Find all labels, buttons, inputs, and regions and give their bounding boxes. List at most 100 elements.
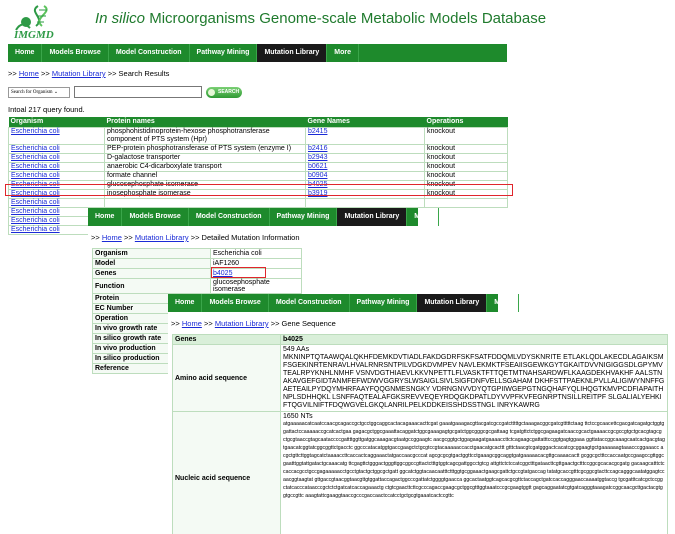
breadcrumb-sep: >> xyxy=(8,69,17,78)
gene-sequence-panel: Home Models Browse Model Construction Pa… xyxy=(168,294,668,534)
table-row: Escherichia coli D-galactose transporter b… xyxy=(8,152,508,163)
sequence-genes-row: Genes b4025 xyxy=(172,334,668,345)
field-value: glucosephosphate isomerase xyxy=(210,278,302,294)
organism-link[interactable]: Escherichia coli xyxy=(11,145,60,152)
protein-cell: anaerobic C4-dicarboxylate transport xyxy=(104,161,306,172)
nav-model-construction[interactable]: Model Construction xyxy=(269,294,350,312)
amino-acid-length: 549 AAs xyxy=(283,346,310,353)
breadcrumb-sep: >> xyxy=(91,233,100,242)
nucleic-acid-length: 1650 NTs xyxy=(283,413,313,420)
breadcrumb-mutation-library-link[interactable]: Mutation Library xyxy=(215,319,269,328)
operation-cell: knockout xyxy=(424,152,508,163)
detail-row-function: Function glucosephosphate isomerase xyxy=(92,278,302,294)
protein-cell: D-galactose transporter xyxy=(104,152,306,163)
organism-link[interactable]: Escherichia coli xyxy=(11,128,60,135)
breadcrumb: >> Home >> Mutation Library >> Search Re… xyxy=(8,69,169,78)
nav-pathway-mining[interactable]: Pathway Mining xyxy=(270,208,338,226)
search-input[interactable] xyxy=(74,86,202,98)
search-button-label: SEARCH xyxy=(218,89,240,95)
gene-link[interactable]: b0621 xyxy=(308,163,327,170)
nav-mutation-library[interactable]: Mutation Library xyxy=(417,294,488,312)
field-label: Genes xyxy=(92,268,211,279)
breadcrumb-home-link[interactable]: Home xyxy=(182,319,202,328)
sequence-nav: Home Models Browse Model Construction Pa… xyxy=(168,294,520,312)
nav-model-construction[interactable]: Model Construction xyxy=(109,44,190,62)
operation-cell: knockout xyxy=(424,170,508,181)
nav-mutation-library[interactable]: Mutation Library xyxy=(257,44,328,62)
nav-home[interactable]: Home xyxy=(8,44,43,62)
gene-link[interactable]: b2415 xyxy=(308,128,327,135)
gene-link[interactable]: b2416 xyxy=(308,145,327,152)
detail-nav: Home Models Browse Model Construction Pa… xyxy=(88,208,440,226)
highlight-selected-row xyxy=(5,184,513,196)
organism-link[interactable]: Escherichia coli xyxy=(11,217,60,224)
nav-more[interactable]: More xyxy=(327,44,360,62)
breadcrumb-mutation-library-link[interactable]: Mutation Library xyxy=(52,69,106,78)
field-label: Model xyxy=(92,258,211,269)
col-gene-names: Gene Names xyxy=(305,117,425,127)
breadcrumb-sep: >> xyxy=(40,69,50,78)
search-go-icon xyxy=(208,89,215,96)
organism-link[interactable]: Escherichia coli xyxy=(11,226,60,233)
nav-models-browse[interactable]: Models Browse xyxy=(122,208,189,226)
detail-row-genes: Genes b4025 xyxy=(92,268,302,279)
nav-models-browse[interactable]: Models Browse xyxy=(42,44,109,62)
genes-label: Genes xyxy=(172,334,281,345)
search-type-select[interactable]: Search for Organism ⌄ xyxy=(8,87,70,98)
organism-link[interactable]: Escherichia coli xyxy=(11,199,60,206)
field-value: Escherichia coli xyxy=(210,248,302,259)
detail-row-organism: Organism Escherichia coli xyxy=(92,248,302,259)
gene-link[interactable]: b0904 xyxy=(308,172,327,179)
site-title-italic: In silico xyxy=(95,10,146,27)
table-row: Escherichia coli xyxy=(8,197,508,208)
nucleic-acid-label: Nucleic acid sequence xyxy=(172,411,281,534)
table-row: Escherichia coli PEP-protein phosphotrans… xyxy=(8,143,508,154)
protein-cell: phosphohistidinoprotein-hexose phosphotr… xyxy=(104,126,306,145)
nav-more[interactable]: More xyxy=(487,294,520,312)
nav-pathway-mining[interactable]: Pathway Mining xyxy=(190,44,258,62)
breadcrumb: >> Home >> Mutation Library >> Gene Sequ… xyxy=(171,319,336,328)
main-nav: Home Models Browse Model Construction Pa… xyxy=(8,44,507,62)
amino-acid-label: Amino acid sequence xyxy=(172,344,281,412)
search-type-value: Search for Organism xyxy=(11,90,53,95)
table-row: Escherichia coli anaerobic C4-dicarboxyla… xyxy=(8,161,508,172)
search-button[interactable]: SEARCH xyxy=(206,87,242,98)
gene-link[interactable]: b2943 xyxy=(308,154,327,161)
nav-home[interactable]: Home xyxy=(88,208,123,226)
field-label: Function xyxy=(92,278,211,294)
operation-cell: knockout xyxy=(424,143,508,154)
amino-acid-sequence: MKNINPTQTAAWQALQKHFDEMKDVTIADLFAKDGDRFSK… xyxy=(283,354,665,409)
operation-cell: knockout xyxy=(424,161,508,172)
breadcrumb-current: >> Search Results xyxy=(107,69,170,78)
breadcrumb: >> Home >> Mutation Library >> Detailed … xyxy=(91,233,300,242)
breadcrumb-home-link[interactable]: Home xyxy=(102,233,122,242)
col-operations: Operations xyxy=(424,117,508,127)
nucleic-acid-sequence: atgaaaaacatcaatccaacgcagaccgctgcctggcagg… xyxy=(283,421,665,499)
nav-more[interactable]: More xyxy=(407,208,440,226)
col-organism[interactable]: Organism xyxy=(8,117,105,127)
nav-mutation-library[interactable]: Mutation Library xyxy=(337,208,408,226)
nav-pathway-mining[interactable]: Pathway Mining xyxy=(350,294,418,312)
organism-link[interactable]: Escherichia coli xyxy=(11,208,60,215)
breadcrumb-sep: >> xyxy=(171,319,180,328)
nav-home[interactable]: Home xyxy=(168,294,203,312)
site-title-rest: Microorganisms Genome-scale Metabolic Mo… xyxy=(145,10,547,27)
amino-acid-row: Amino acid sequence 549 AAs MKNINPTQTAAW… xyxy=(172,344,668,412)
protein-cell: PEP-protein phosphotransferase of PTS sy… xyxy=(104,143,306,154)
nav-models-browse[interactable]: Models Browse xyxy=(202,294,269,312)
table-row: Escherichia coli phosphohistidinoprotein-… xyxy=(8,126,508,145)
breadcrumb-mutation-library-link[interactable]: Mutation Library xyxy=(135,233,189,242)
sequence-table: Genes b4025 Amino acid sequence 549 AAs … xyxy=(172,334,668,534)
organism-link[interactable]: Escherichia coli xyxy=(11,154,60,161)
highlight-gene-link xyxy=(211,267,266,278)
nucleic-acid-row: Nucleic acid sequence 1650 NTs atgaaaaac… xyxy=(172,411,668,534)
breadcrumb-home-link[interactable]: Home xyxy=(19,69,39,78)
nav-model-construction[interactable]: Model Construction xyxy=(189,208,270,226)
organism-link[interactable]: Escherichia coli xyxy=(11,172,60,179)
col-protein-names: Protein names xyxy=(104,117,306,127)
table-header-row: Organism Protein names Gene Names Operat… xyxy=(8,117,508,127)
genes-value: b4025 xyxy=(280,334,668,345)
breadcrumb-sep: >> xyxy=(203,319,213,328)
organism-link[interactable]: Escherichia coli xyxy=(11,163,60,170)
protein-cell: formate channel xyxy=(104,170,306,181)
